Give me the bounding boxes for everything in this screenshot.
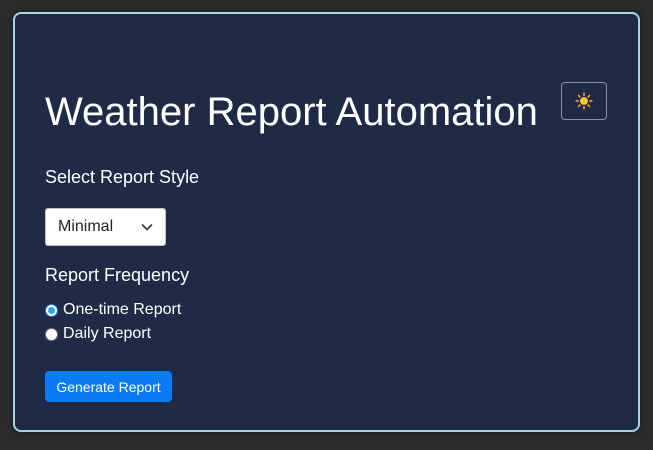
report-style-label: Select Report Style xyxy=(45,167,200,187)
report-style-select[interactable]: Minimal xyxy=(45,208,166,246)
radio-label-daily: Daily Report xyxy=(63,325,152,342)
sun-icon xyxy=(575,92,593,110)
radio-button-checked[interactable] xyxy=(45,303,58,317)
report-style-selected-value: Minimal xyxy=(58,218,114,235)
radio-one-time-report[interactable]: One-time Report xyxy=(45,301,181,319)
radio-label-one-time: One-time Report xyxy=(63,301,182,318)
generate-report-button[interactable]: Generate Report xyxy=(45,371,172,402)
page-title: Weather Report Automation xyxy=(45,90,538,134)
report-frequency-label: Report Frequency xyxy=(45,265,190,285)
main-card: Weather Report Automation Select Report … xyxy=(13,12,640,432)
theme-toggle-button[interactable] xyxy=(561,82,607,120)
radio-daily-report[interactable]: Daily Report xyxy=(45,325,151,343)
radio-button-unchecked[interactable] xyxy=(45,327,58,341)
chevron-down-icon xyxy=(141,224,153,231)
